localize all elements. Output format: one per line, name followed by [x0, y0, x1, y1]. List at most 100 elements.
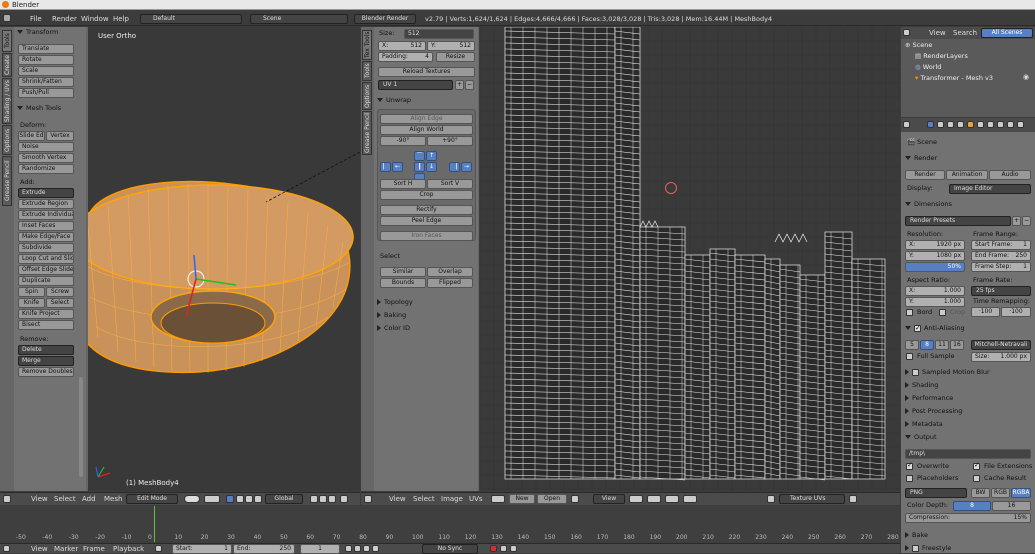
- object-tab-icon[interactable]: [967, 121, 974, 128]
- reload-textures-button[interactable]: Reload Textures: [378, 67, 475, 77]
- align-right-button[interactable]: ▕: [449, 162, 460, 172]
- move-up-button[interactable]: ↑: [426, 151, 437, 161]
- make-edge-face-button[interactable]: Make Edge/Face: [18, 232, 74, 242]
- offset-edge-slide-button[interactable]: Offset Edge Slide: [18, 265, 74, 275]
- uv-editor-type-icon[interactable]: [364, 495, 372, 503]
- select-similar-button[interactable]: Similar: [380, 267, 426, 277]
- shading-panel-header[interactable]: Shading: [905, 380, 938, 391]
- loop-cut-button[interactable]: Loop Cut and Slide: [18, 254, 74, 264]
- scale-button[interactable]: Scale: [18, 66, 74, 76]
- anti-aliasing-checkbox[interactable]: [914, 323, 921, 334]
- rotate-button[interactable]: Rotate: [18, 55, 74, 65]
- visibility-eye-icon[interactable]: ◉: [1023, 73, 1029, 81]
- align-top-button[interactable]: ▔: [414, 151, 425, 161]
- open-image-button[interactable]: Open: [537, 494, 567, 504]
- aa-samples-16[interactable]: 16: [950, 340, 964, 350]
- menu-file[interactable]: File: [30, 12, 42, 26]
- uv-extra-icon[interactable]: [849, 495, 857, 503]
- move-left-button[interactable]: ←: [392, 162, 403, 172]
- select-flipped-button[interactable]: Flipped: [427, 278, 473, 288]
- menu-window[interactable]: Window: [81, 12, 109, 26]
- tab-grease-pencil[interactable]: Grease Pencil: [2, 156, 12, 206]
- sort-v-button[interactable]: Sort V: [427, 179, 473, 189]
- push-pull-button[interactable]: Push/Pull: [18, 88, 74, 98]
- slide-vertex-button[interactable]: Vertex: [46, 131, 74, 141]
- bisect-button[interactable]: Bisect: [18, 320, 74, 330]
- tab-textools[interactable]: Tex Tools: [362, 30, 372, 60]
- color-rgb-button[interactable]: RGB: [991, 488, 1010, 498]
- uv-remove-button[interactable]: −: [465, 80, 474, 90]
- menu-help[interactable]: Help: [113, 12, 129, 26]
- presets-add-button[interactable]: +: [1012, 216, 1021, 226]
- motion-blur-checkbox[interactable]: [912, 368, 919, 376]
- transform-panel-header[interactable]: Transform: [17, 27, 58, 38]
- tex-y-field[interactable]: Y: 512: [427, 41, 475, 51]
- tool-shelf-scrollbar[interactable]: [79, 377, 83, 477]
- render-button[interactable]: Render: [905, 170, 945, 180]
- tab-shading-uvs[interactable]: Shading / UVs: [2, 78, 12, 124]
- engine-selector[interactable]: Blender Render: [354, 14, 416, 24]
- vertex-select-icon[interactable]: [310, 495, 318, 503]
- remap-new-field[interactable]: ·100: [1001, 307, 1031, 317]
- color-rgba-button[interactable]: RGBA: [1011, 488, 1031, 498]
- align-center-h-button[interactable]: ┃: [414, 162, 425, 172]
- resolution-x-field[interactable]: X: 1920 px: [905, 240, 965, 250]
- frame-step-field[interactable]: Frame Step: 1: [971, 262, 1031, 272]
- knife-project-button[interactable]: Knife Project: [18, 309, 74, 319]
- overwrite-checkbox[interactable]: [906, 461, 913, 470]
- aa-filter-dropdown[interactable]: Mitchell-Netravali: [971, 340, 1031, 350]
- move-right-button[interactable]: →: [461, 162, 472, 172]
- screw-button[interactable]: Screw: [46, 287, 74, 297]
- outliner-view-menu[interactable]: View: [929, 27, 946, 39]
- border-checkbox[interactable]: [906, 309, 913, 316]
- tab-options[interactable]: Options: [2, 125, 12, 155]
- data-tab-icon[interactable]: [997, 121, 1004, 128]
- frame-rate-dropdown[interactable]: 25 fps: [971, 286, 1031, 296]
- limit-selection-icon[interactable]: [340, 495, 348, 503]
- resolution-percent-field[interactable]: 50%: [905, 262, 965, 272]
- layers-tab-icon[interactable]: [937, 121, 944, 128]
- merge-dropdown[interactable]: Merge: [18, 356, 74, 366]
- pivot-icon[interactable]: [204, 495, 220, 503]
- jump-start-icon[interactable]: [345, 545, 352, 552]
- 3d-editor-type-icon[interactable]: [3, 495, 11, 503]
- padding-field[interactable]: Padding: 4: [378, 52, 433, 62]
- metadata-panel-header[interactable]: Metadata: [905, 419, 943, 430]
- delete-dropdown[interactable]: Delete: [18, 345, 74, 355]
- modifiers-tab-icon[interactable]: [987, 121, 994, 128]
- color-id-header[interactable]: Color ID: [377, 323, 410, 334]
- render-panel-header[interactable]: Render: [905, 153, 937, 164]
- extrude-dropdown[interactable]: Extrude: [18, 188, 74, 198]
- outliner-item-world[interactable]: ◍ World: [915, 63, 941, 72]
- size-dropdown[interactable]: 512: [404, 29, 474, 39]
- menu-render[interactable]: Render: [52, 12, 77, 26]
- tex-x-field[interactable]: X: 512: [378, 41, 426, 51]
- uv-2d-cursor-icon[interactable]: [665, 182, 677, 194]
- dimensions-panel-header[interactable]: Dimensions: [905, 199, 952, 210]
- material-tab-icon[interactable]: [1007, 121, 1014, 128]
- aspect-y-field[interactable]: Y: 1.000: [905, 297, 965, 307]
- aspect-x-field[interactable]: X: 1.000: [905, 286, 965, 296]
- viewport-add-menu[interactable]: Add: [82, 493, 96, 506]
- color-depth-8-button[interactable]: 8: [953, 501, 991, 511]
- slide-edge-button[interactable]: Slide Ed: [18, 131, 45, 141]
- orientation-dropdown[interactable]: Global: [265, 494, 303, 504]
- outliner-item-scene[interactable]: ⊕ Scene: [905, 41, 932, 50]
- uv-view-menu[interactable]: View: [389, 493, 406, 506]
- aa-samples-5[interactable]: 5: [905, 340, 919, 350]
- color-depth-16-button[interactable]: 16: [992, 501, 1031, 511]
- peel-edge-button[interactable]: Peel Edge: [380, 216, 473, 226]
- presets-remove-button[interactable]: −: [1022, 216, 1031, 226]
- noise-button[interactable]: Noise: [18, 142, 74, 152]
- subdivide-button[interactable]: Subdivide: [18, 243, 74, 253]
- placeholders-checkbox[interactable]: [906, 475, 913, 482]
- mesh-torus[interactable]: [88, 27, 360, 491]
- mesh-tools-panel-header[interactable]: Mesh Tools: [17, 103, 61, 114]
- anti-aliasing-panel-header[interactable]: Anti-Aliasing: [905, 323, 965, 334]
- shading-mode-icon[interactable]: [184, 495, 200, 503]
- crop-checkbox[interactable]: [939, 309, 946, 316]
- audio-button[interactable]: Audio: [989, 170, 1031, 180]
- constraints-tab-icon[interactable]: [977, 121, 984, 128]
- viewport-view-menu[interactable]: View: [31, 493, 48, 506]
- motion-blur-panel-header[interactable]: Sampled Motion Blur: [905, 367, 990, 378]
